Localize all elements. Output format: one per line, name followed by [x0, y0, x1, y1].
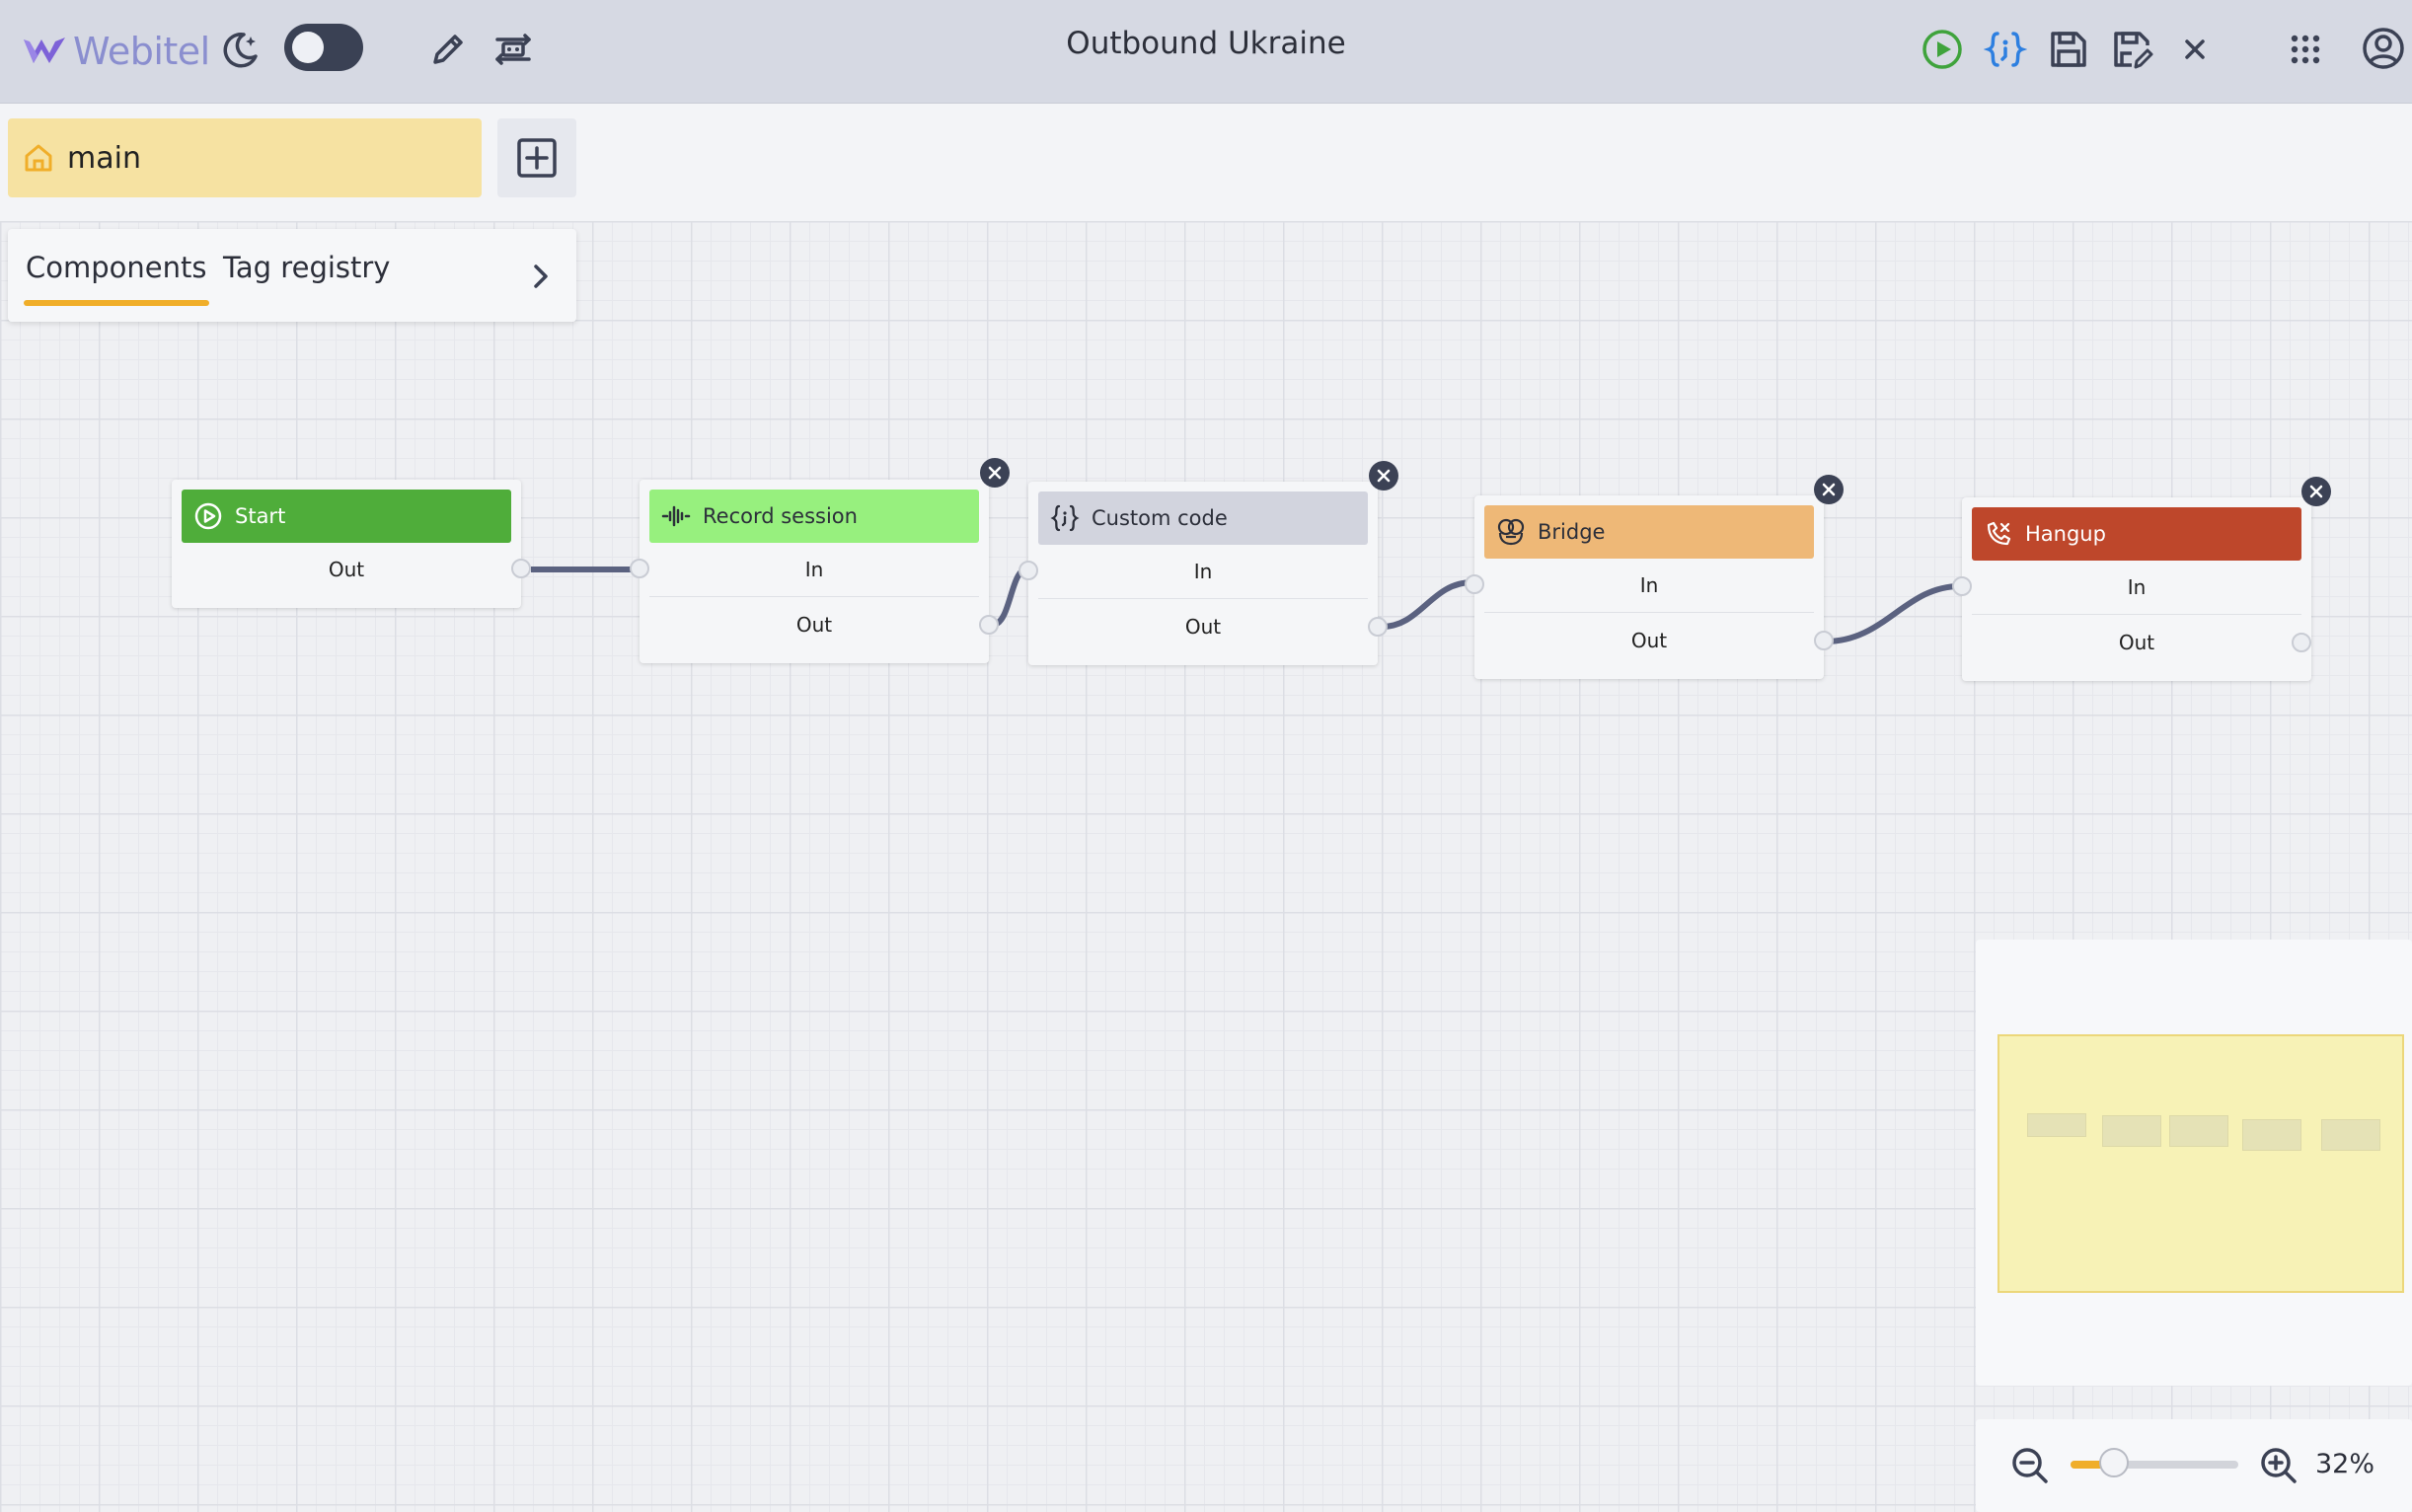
port-in: In [1484, 559, 1814, 612]
play-circle-icon [193, 501, 223, 531]
minimap-node [2321, 1119, 2380, 1151]
out-port-handle[interactable] [511, 559, 531, 578]
node-record-session-header[interactable]: Record session [649, 490, 979, 543]
minimap[interactable] [1976, 940, 2412, 1386]
port-label: In [1639, 573, 1659, 597]
active-tab-indicator [24, 300, 209, 306]
port-label: In [1193, 560, 1213, 583]
port-in: In [1972, 561, 2301, 614]
phone-hangup-icon [1984, 519, 2013, 549]
tab-main-label: main [67, 140, 141, 176]
page-title: Outbound Ukraine [1066, 26, 1346, 61]
plus-square-icon [517, 138, 557, 178]
bridge-icon [1496, 517, 1526, 547]
node-title: Bridge [1538, 520, 1606, 544]
close-icon[interactable] [2171, 26, 2219, 73]
out-port-handle[interactable] [1814, 631, 1834, 650]
divider [1484, 612, 1814, 613]
zoom-out-icon[interactable] [2009, 1445, 2051, 1486]
theme-toggle[interactable] [284, 24, 363, 71]
node-custom-code-header[interactable]: Custom code [1038, 491, 1368, 545]
delete-node-button[interactable] [1369, 461, 1398, 491]
flow-settings-icon[interactable] [490, 26, 537, 73]
out-port-handle[interactable] [1368, 617, 1388, 637]
close-icon [2309, 485, 2323, 498]
toggle-knob [292, 32, 324, 63]
chevron-right-icon[interactable] [521, 257, 561, 296]
waveform-icon [661, 501, 691, 531]
port-label: Out [328, 558, 365, 581]
node-title: Record session [703, 504, 858, 528]
pencil-icon[interactable] [424, 26, 472, 73]
port-out: Out [182, 543, 511, 596]
node-title: Custom code [1092, 506, 1228, 530]
close-icon [1377, 469, 1391, 483]
node-start[interactable]: Start Out [172, 480, 531, 608]
port-in: In [649, 543, 979, 596]
port-out: Out [1972, 616, 2301, 669]
delete-node-button[interactable] [1814, 475, 1844, 504]
port-out: Out [1484, 614, 1814, 667]
zoom-controls: 32% [1976, 1419, 2412, 1512]
node-title: Start [235, 504, 286, 528]
node-start-header[interactable]: Start [182, 490, 511, 543]
tab-main[interactable]: main [8, 118, 482, 197]
port-out: Out [649, 598, 979, 651]
in-port-handle[interactable] [1465, 574, 1484, 594]
run-icon[interactable] [1919, 26, 1966, 73]
minimap-node [2242, 1119, 2301, 1151]
minimap-viewport[interactable] [1997, 1034, 2404, 1293]
code-icon[interactable] [1982, 26, 2029, 73]
minimap-node [2027, 1113, 2086, 1137]
port-label: Out [2118, 631, 2155, 654]
code-braces-icon [1050, 503, 1080, 533]
save-icon[interactable] [2045, 26, 2092, 73]
delete-node-button[interactable] [2301, 477, 2331, 506]
port-label: Out [795, 613, 833, 637]
divider [1972, 614, 2301, 615]
home-icon [25, 144, 52, 172]
in-port-handle[interactable] [1018, 561, 1038, 580]
node-title: Hangup [2025, 522, 2106, 546]
node-hangup-header[interactable]: Hangup [1972, 507, 2301, 561]
node-record-session[interactable]: Record session In Out [630, 480, 999, 663]
node-bridge[interactable]: Bridge In Out [1465, 495, 1834, 679]
tab-components[interactable]: Components [26, 251, 206, 284]
delete-node-button[interactable] [980, 458, 1010, 488]
close-icon [988, 466, 1002, 480]
port-label: In [804, 558, 824, 581]
apps-grid-icon[interactable] [2282, 26, 2329, 73]
components-panel: Components Tag registry [8, 229, 576, 322]
port-label: Out [1630, 629, 1668, 652]
minimap-node [2169, 1115, 2228, 1147]
webitel-logo-icon [24, 38, 65, 63]
account-icon[interactable] [2359, 24, 2408, 73]
out-port-handle[interactable] [979, 615, 999, 635]
divider [1038, 598, 1368, 599]
top-bar: Webitel Outbound Ukraine [0, 0, 2412, 104]
node-bridge-header[interactable]: Bridge [1484, 505, 1814, 559]
in-port-handle[interactable] [630, 559, 649, 578]
zoom-slider[interactable] [2071, 1448, 2238, 1477]
minimap-node [2102, 1115, 2161, 1147]
brand-name: Webitel [73, 30, 210, 73]
zoom-in-icon[interactable] [2258, 1445, 2299, 1486]
zoom-percent: 32% [2315, 1449, 2375, 1479]
node-custom-code[interactable]: Custom code In Out [1018, 482, 1388, 665]
close-icon [1822, 483, 1836, 496]
brand-logo[interactable]: Webitel [22, 24, 210, 79]
node-hangup[interactable]: Hangup In Out [1952, 497, 2311, 681]
tab-tag-registry[interactable]: Tag registry [223, 251, 390, 284]
port-label: In [2127, 575, 2147, 599]
moon-icon [217, 26, 264, 73]
zoom-slider-handle[interactable] [2098, 1448, 2129, 1477]
add-tab-button[interactable] [497, 118, 576, 197]
port-out: Out [1038, 600, 1368, 653]
divider [649, 596, 979, 597]
port-in: In [1038, 545, 1368, 598]
in-port-handle[interactable] [1952, 576, 1972, 596]
out-port-handle[interactable] [2292, 633, 2311, 652]
save-as-icon[interactable] [2108, 26, 2155, 73]
port-label: Out [1184, 615, 1222, 639]
